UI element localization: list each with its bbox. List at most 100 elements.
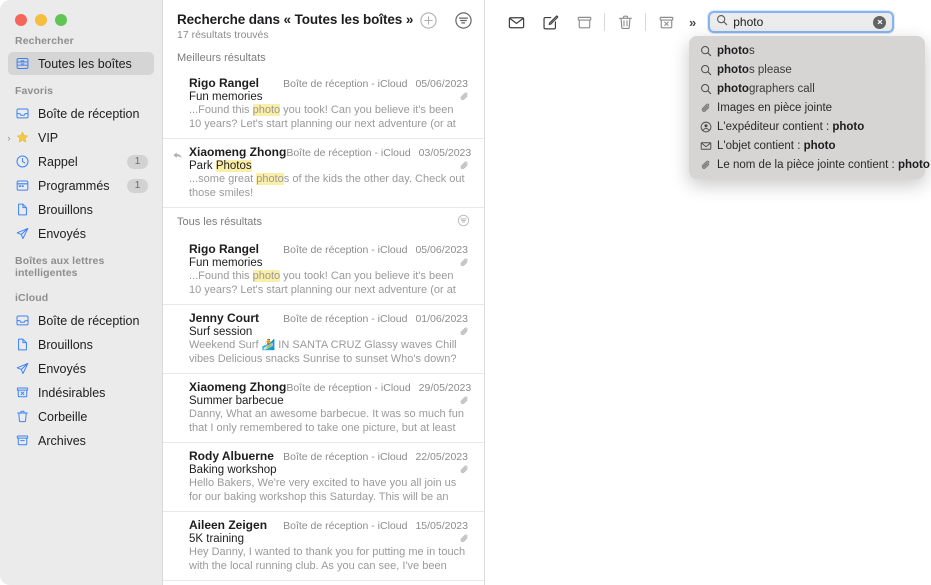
sidebar-item-ind-sirables[interactable]: Indésirables xyxy=(8,381,154,404)
message-row[interactable]: Rigo RangelBoîte de réception - iCloud05… xyxy=(163,70,484,139)
message-sender: Rigo Rangel xyxy=(189,242,259,256)
toolbar-divider xyxy=(645,13,646,31)
search-suggestion-item[interactable]: Images en pièce jointe xyxy=(689,98,925,117)
message-mailbox: Boîte de réception - iCloud xyxy=(286,147,418,159)
sidebar-item-programm-s[interactable]: Programmés1 xyxy=(8,174,154,197)
search-suggestions-dropdown: photos photos please photographers call Ima… xyxy=(689,36,925,179)
message-row[interactable]: Rody AlbuerneBoîte de réception - iCloud… xyxy=(163,443,484,512)
mail-window: Rechercher Toutes les boîtes Favoris Boîte … xyxy=(0,0,931,585)
sidebar-item-bo-te-de-r-ception[interactable]: Boîte de réception xyxy=(8,102,154,125)
sidebar-item-toutes-les-bo-tes[interactable]: Toutes les boîtes xyxy=(8,52,154,75)
message-row[interactable]: Rigo RangelBoîte de réception - iCloud05… xyxy=(163,236,484,305)
sidebar-item-brouillons[interactable]: Brouillons xyxy=(8,333,154,356)
attachment-icon xyxy=(459,464,468,476)
paperclip-icon xyxy=(698,159,713,171)
clock-icon xyxy=(14,154,31,169)
search-suggestion-item[interactable]: photos xyxy=(689,41,925,60)
junk-icon[interactable] xyxy=(649,9,683,35)
sidebar-item-bo-te-de-r-ception[interactable]: Boîte de réception xyxy=(8,309,154,332)
inbox-icon xyxy=(14,106,31,121)
message-row[interactable]: Xiaomeng ZhongBoîte de réception - iClou… xyxy=(163,139,484,208)
attachment-icon xyxy=(459,395,468,407)
message-sender: Aileen Zeigen xyxy=(189,518,267,532)
message-row[interactable]: Xiaomeng ZhongBoîte de réception - iClou… xyxy=(163,374,484,443)
sidebar-item-label: Boîte de réception xyxy=(38,107,148,121)
sent-icon xyxy=(14,226,31,241)
message-row[interactable]: Jenny CourtBoîte de réception - iCloud01… xyxy=(163,305,484,374)
sidebar-item-label: Indésirables xyxy=(38,386,148,400)
search-value: photo xyxy=(733,15,873,29)
trash-icon xyxy=(14,409,31,424)
compose-icon[interactable] xyxy=(533,9,567,35)
trash-icon[interactable] xyxy=(608,9,642,35)
suggestion-label: photos xyxy=(717,45,755,57)
sidebar-item-envoy-s[interactable]: Envoyés xyxy=(8,357,154,380)
search-suggestion-item[interactable]: L'objet contient : photo xyxy=(689,136,925,155)
search-suggestion-item[interactable]: Le nom de la pièce jointe contient : pho… xyxy=(689,155,925,174)
message-subject: Baking workshop xyxy=(189,464,468,476)
message-header: Xiaomeng ZhongBoîte de réception - iClou… xyxy=(189,380,468,394)
search-suggestion-item[interactable]: photographers call xyxy=(689,79,925,98)
message-header: Xiaomeng ZhongBoîte de réception - iClou… xyxy=(189,145,468,159)
message-header: Jenny CourtBoîte de réception - iCloud01… xyxy=(189,311,468,325)
archive-icon[interactable] xyxy=(567,9,601,35)
message-sender: Jenny Court xyxy=(189,311,259,325)
sidebar-item-label: Brouillons xyxy=(38,203,148,217)
attachment-icon xyxy=(459,91,468,103)
message-date: 29/05/2023 xyxy=(419,382,472,394)
message-sender: Xiaomeng Zhong xyxy=(189,380,286,394)
sidebar-section-title: Favoris xyxy=(0,76,162,101)
group-header: Tous les résultats xyxy=(163,208,484,236)
paperclip-icon xyxy=(698,102,713,114)
search-icon xyxy=(716,13,728,31)
message-date: 15/05/2023 xyxy=(415,520,468,532)
message-subject: Park Photos xyxy=(189,160,468,172)
unread-badge: 1 xyxy=(127,155,148,169)
sort-icon[interactable] xyxy=(457,214,470,230)
sidebar-item-rappel[interactable]: Rappel1 xyxy=(8,150,154,173)
message-preview: ...Found this photo you took! Can you be… xyxy=(189,270,468,297)
window-controls xyxy=(0,0,162,26)
zoom-button[interactable] xyxy=(55,14,67,26)
search-suggestion-item[interactable]: photos please xyxy=(689,60,925,79)
person-circle-icon xyxy=(698,121,713,133)
search-input[interactable]: photo xyxy=(708,11,894,33)
toolbar-overflow-button[interactable]: » xyxy=(683,15,702,30)
group-header: Meilleurs résultats xyxy=(163,46,484,70)
message-subject: 5K training xyxy=(189,533,468,545)
sidebar-item-label: Archives xyxy=(38,434,148,448)
message-mailbox: Boîte de réception - iCloud xyxy=(283,244,415,256)
search-container: photo xyxy=(708,11,894,33)
suggestion-label: photos please xyxy=(717,64,792,76)
suggestion-label: photographers call xyxy=(717,83,815,95)
sidebar-item-brouillons[interactable]: Brouillons xyxy=(8,198,154,221)
sidebar-item-corbeille[interactable]: Corbeille xyxy=(8,405,154,428)
message-subject: Fun memories xyxy=(189,257,468,269)
sidebar-item-envoy-s[interactable]: Envoyés xyxy=(8,222,154,245)
sidebar-item-label: Toutes les boîtes xyxy=(38,57,148,71)
mark-unread-icon[interactable] xyxy=(499,9,533,35)
search-suggestion-item[interactable]: L'expéditeur contient : photo xyxy=(689,117,925,136)
chevron-right-icon[interactable]: › xyxy=(4,133,14,143)
message-row[interactable]: Aileen ZeigenBoîte de réception - iCloud… xyxy=(163,512,484,581)
sidebar-item-label: Envoyés xyxy=(38,362,148,376)
sidebar-item-label: Programmés xyxy=(38,179,127,193)
suggestion-label: L'expéditeur contient : photo xyxy=(717,121,864,133)
message-date: 05/06/2023 xyxy=(415,78,468,90)
message-date: 01/06/2023 xyxy=(415,313,468,325)
message-sender: Xiaomeng Zhong xyxy=(189,145,286,159)
message-header: Rigo RangelBoîte de réception - iCloud05… xyxy=(189,76,468,90)
sidebar-item-label: Corbeille xyxy=(38,410,148,424)
message-row[interactable]: Trev SmithBoîte de réception - iCloud11/… xyxy=(163,581,484,585)
clear-icon[interactable] xyxy=(873,16,886,29)
filter-icon[interactable] xyxy=(455,12,472,34)
sidebar-section-title: Rechercher xyxy=(0,26,162,51)
unread-badge: 1 xyxy=(127,179,148,193)
star-icon xyxy=(14,130,31,145)
minimize-button[interactable] xyxy=(35,14,47,26)
add-icon[interactable] xyxy=(420,12,437,34)
message-list: Recherche dans « Toutes les boîtes » 17 … xyxy=(163,0,485,585)
sidebar-item-archives[interactable]: Archives xyxy=(8,429,154,452)
sidebar-item-vip[interactable]: ›VIP xyxy=(8,126,154,149)
close-button[interactable] xyxy=(15,14,27,26)
